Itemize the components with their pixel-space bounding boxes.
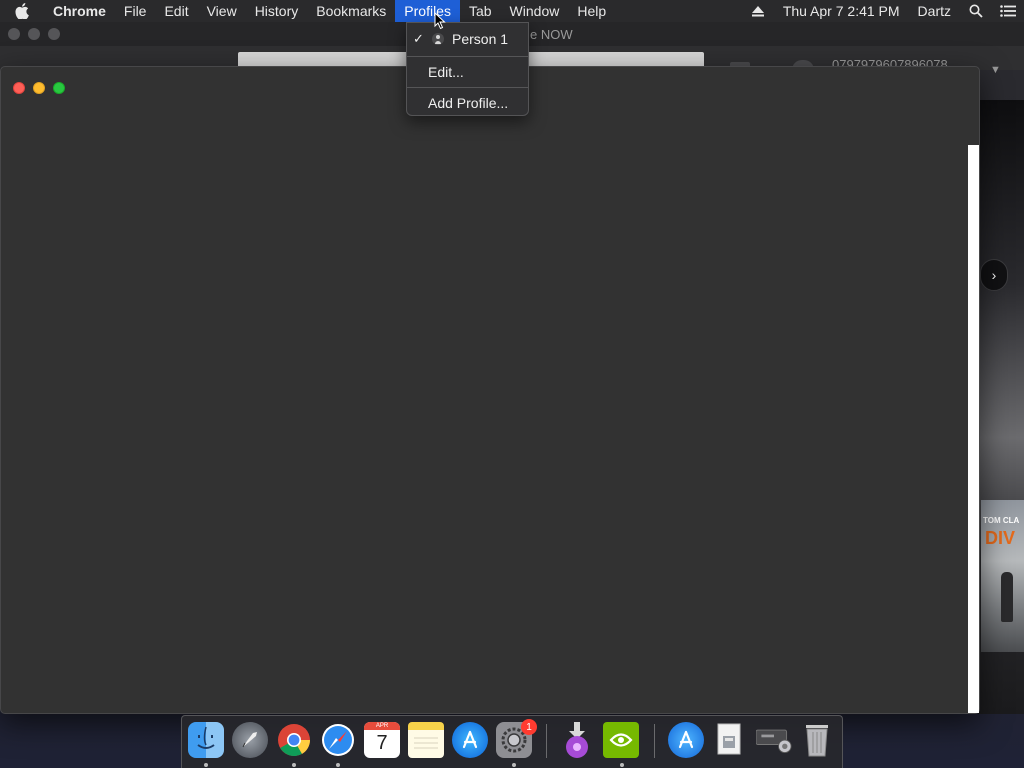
page-edge [968, 145, 979, 713]
safari-icon[interactable] [320, 722, 356, 758]
app-store-icon[interactable] [452, 722, 488, 758]
menu-item-add-profile[interactable]: Add Profile... [407, 91, 528, 115]
menu-view[interactable]: View [198, 0, 246, 22]
menu-bookmarks[interactable]: Bookmarks [307, 0, 395, 22]
apple-menu[interactable] [0, 0, 44, 22]
documents-stack-icon[interactable] [712, 722, 748, 758]
carousel-next-button[interactable]: › [980, 259, 1008, 291]
finder-icon[interactable] [188, 722, 224, 758]
menu-window[interactable]: Window [501, 0, 569, 22]
trash-icon[interactable] [799, 722, 835, 758]
game-brand-text: TOM CLA [983, 516, 1020, 525]
menu-item-edit[interactable]: Edit... [407, 60, 528, 84]
running-indicator [620, 763, 624, 767]
downloads-stack-icon[interactable] [756, 722, 792, 758]
menu-file[interactable]: File [115, 0, 156, 22]
installer-icon[interactable] [559, 722, 595, 758]
checkmark-icon: ✓ [413, 31, 424, 46]
menu-history[interactable]: History [246, 0, 308, 22]
chrome-window[interactable] [0, 66, 980, 714]
running-indicator [512, 763, 516, 767]
dock: APR 7 1 [181, 715, 843, 768]
menubar-clock[interactable]: Thu Apr 7 2:41 PM [774, 3, 909, 19]
menu-separator [407, 87, 528, 88]
notification-center-icon[interactable] [992, 0, 1024, 22]
menu-item-person-1[interactable]: ✓ Person 1 [407, 27, 528, 51]
running-indicator [204, 763, 208, 767]
background-window-title: e NOW [530, 27, 573, 42]
calendar-icon[interactable]: APR 7 [364, 722, 400, 758]
applications-folder-icon[interactable] [668, 722, 704, 758]
game-figure [1001, 572, 1013, 622]
game-thumbnail[interactable]: TOM CLA DIV [981, 500, 1024, 652]
menubar-user[interactable]: Dartz [909, 3, 960, 19]
chevron-right-icon: › [991, 267, 997, 283]
menu-edit[interactable]: Edit [155, 0, 197, 22]
spotlight-search-icon[interactable] [960, 0, 992, 22]
background-window-controls [8, 28, 60, 40]
menu-help[interactable]: Help [568, 0, 615, 22]
minimize-window-button[interactable] [33, 82, 45, 94]
game-logo-text: DIV [985, 528, 1016, 548]
calendar-month: APR [364, 722, 400, 730]
chevron-down-icon: ▼ [990, 64, 1001, 76]
menu-item-label: Add Profile... [428, 95, 509, 111]
menu-bar: Chrome File Edit View History Bookmarks … [0, 0, 1024, 22]
dock-separator [654, 724, 655, 758]
notes-icon[interactable] [408, 722, 444, 758]
launchpad-icon[interactable] [232, 722, 268, 758]
menu-item-label: Person 1 [452, 31, 509, 47]
menu-profiles[interactable]: Profiles [395, 0, 460, 22]
nvidia-icon[interactable] [603, 722, 639, 758]
running-indicator [292, 763, 296, 767]
eject-icon[interactable] [742, 0, 774, 22]
running-indicator [336, 763, 340, 767]
close-window-button[interactable] [13, 82, 25, 94]
window-controls [13, 82, 65, 94]
chrome-icon[interactable] [276, 722, 312, 758]
calendar-day: 7 [376, 732, 388, 754]
menu-tab[interactable]: Tab [460, 0, 501, 22]
apple-icon [15, 3, 29, 19]
profiles-menu: ✓ Person 1 Edit... Add Profile... [406, 22, 529, 116]
avatar-icon [432, 33, 444, 45]
menu-chrome[interactable]: Chrome [44, 0, 115, 22]
zoom-window-button[interactable] [53, 82, 65, 94]
menu-item-label: Edit... [428, 64, 464, 80]
menu-extras: Thu Apr 7 2:41 PM Dartz [742, 0, 1024, 22]
notification-badge: 1 [521, 719, 537, 735]
menu-separator [407, 56, 528, 57]
dock-separator [546, 724, 547, 758]
mouse-cursor-icon [434, 12, 446, 30]
